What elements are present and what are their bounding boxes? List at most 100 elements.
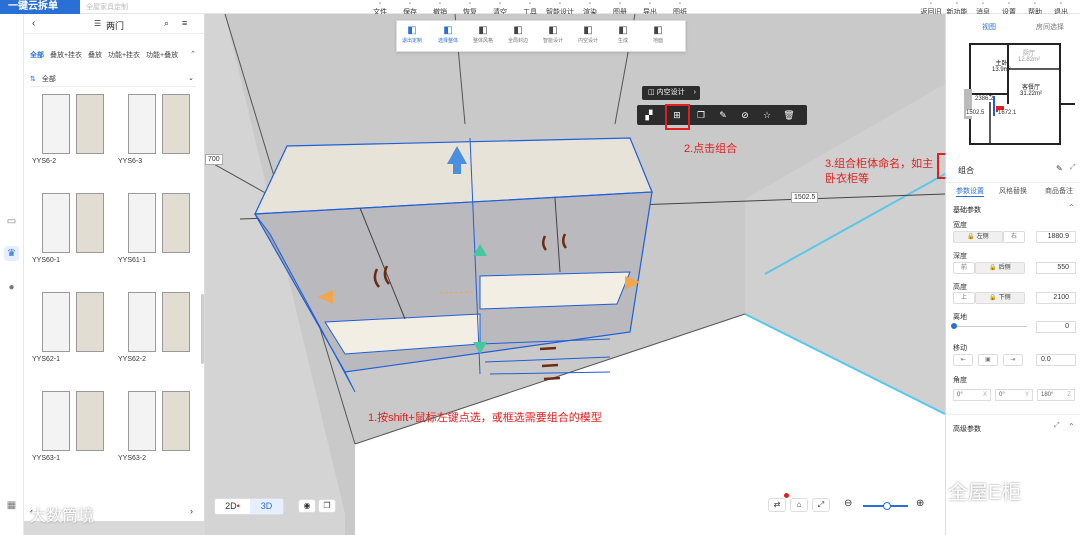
view-2d-button[interactable]: 2D• — [215, 499, 250, 514]
float-whole-style-button[interactable]: ◧ 整体风格 — [468, 25, 498, 44]
selection-toolbar: ▞ ⊞ ❐ ✎ ⊘ ☆ 🗑 — [637, 105, 807, 125]
blueprint-icon: ▫ — [678, 1, 682, 7]
crown-icon[interactable]: ♛ — [4, 246, 19, 261]
depth-back-button[interactable]: 🔒 后侧 — [975, 262, 1025, 274]
float-ground-button[interactable]: ◧ 地面 — [643, 25, 673, 44]
ground-input[interactable]: 0 — [1036, 321, 1076, 333]
section-advanced: 高级参数 — [953, 426, 981, 433]
library-item[interactable]: YYS63-2 — [118, 391, 198, 463]
move-input[interactable]: 0.0 — [1036, 354, 1076, 366]
tab-notes[interactable]: 商品备注 — [1045, 186, 1073, 196]
library-item[interactable]: YYS62-1 — [32, 292, 112, 364]
room-living-area: 31.22m² — [1020, 91, 1043, 97]
category-stack-hang[interactable]: 叠放+挂衣 — [50, 52, 82, 59]
angle-y-input[interactable]: 0° Y — [995, 389, 1033, 401]
library-item[interactable]: YYS6-2 — [32, 94, 112, 166]
model-library: ‹ ☰ 两门 ⌕ ≡ 全部 叠放+挂衣 叠放 功能+挂衣 功能+叠放 ⌃ ⇅ 全… — [24, 14, 205, 521]
eye-icon[interactable]: ◉ — [298, 499, 316, 513]
user-icon[interactable]: ● — [4, 280, 19, 295]
furniture-icon[interactable]: ▭ — [4, 214, 19, 229]
sort-select[interactable]: ⇅ 全部 ⌄ — [30, 74, 196, 87]
float-smart-design-button[interactable]: ◧ 智能设计 — [538, 25, 568, 44]
ground-slider[interactable] — [953, 326, 1027, 327]
chevron-up-icon[interactable]: ⌃ — [190, 50, 196, 58]
float-generate-button[interactable]: ◧ 生成 — [608, 25, 638, 44]
fit-view-icon[interactable]: ⤢ — [812, 498, 830, 512]
width-right-button[interactable]: 右 — [1003, 231, 1025, 243]
notification-dot — [784, 493, 789, 498]
back-icon[interactable]: ‹ — [32, 18, 35, 29]
move-left-icon[interactable]: ⇤ — [953, 354, 973, 366]
zoom-out-icon[interactable]: ⊖ — [844, 498, 852, 509]
width-left-button[interactable]: 🔒 左侧 — [953, 231, 1003, 243]
save-icon: ▫ — [408, 1, 412, 7]
height-top-button[interactable]: 上 — [953, 292, 975, 304]
edit-icon[interactable]: ✎ — [1056, 164, 1063, 173]
floorplan-minimap[interactable]: 主卧 13.9m² 厨厅 12.82m² 客餐厅 31.22m² 2386.2 … — [950, 34, 1078, 154]
ground-slider-handle[interactable] — [951, 323, 957, 329]
height-bottom-button[interactable]: 🔒 下侧 — [975, 292, 1025, 304]
expand-icon[interactable]: ⤢ — [1054, 422, 1060, 430]
brush-icon[interactable]: ✎ — [715, 108, 731, 122]
room-living-name: 客餐厅 — [1022, 85, 1041, 91]
library-item-name: YYS62-2 — [118, 356, 147, 363]
category-func-hang[interactable]: 功能+挂衣 — [108, 52, 140, 59]
copy-icon[interactable]: ❐ — [693, 108, 709, 122]
move-right-icon[interactable]: ⇥ — [1003, 354, 1023, 366]
move-center-icon[interactable]: ▣ — [978, 354, 998, 366]
category-all[interactable]: 全部 — [30, 52, 44, 59]
chevron-up-icon[interactable]: ⌃ — [1068, 203, 1075, 212]
float-exit-custom-button[interactable]: ◧ 退出定制 — [397, 25, 427, 44]
star-icon[interactable]: ☆ — [759, 108, 775, 122]
tab-view[interactable]: 视图 — [982, 22, 996, 32]
float-edge-seal-button[interactable]: ◧ 全局封边 — [503, 25, 533, 44]
undo-icon: ▫ — [438, 1, 442, 7]
camera-icon[interactable]: ⌂ — [790, 498, 808, 512]
library-item[interactable]: YYS62-2 — [118, 292, 198, 364]
category-func-stack[interactable]: 功能+叠放 — [146, 52, 178, 59]
room-kitchen: 厨厅 12.82m² — [1018, 48, 1040, 63]
redo-icon: ▫ — [468, 1, 472, 7]
zoom-in-icon[interactable]: ⊕ — [916, 498, 924, 509]
library-item[interactable]: YYS6-3 — [118, 94, 198, 166]
toggle-icon[interactable]: ⇄ — [768, 498, 786, 512]
3d-viewport[interactable]: 700 1502.5 — [205, 14, 945, 535]
hide-icon[interactable]: ⊘ — [737, 108, 753, 122]
dimension-left: 700 — [205, 154, 223, 165]
grid-select-icon[interactable]: ▞ — [641, 108, 657, 122]
expand-icon[interactable]: ⤢ — [1070, 164, 1076, 172]
width-input[interactable]: 1880.9 — [1036, 231, 1076, 243]
inner-design-button[interactable]: ◫ 内空设计 › — [642, 86, 700, 100]
float-select-whole-button[interactable]: ◧ 选择整体 — [433, 25, 463, 44]
layers-icon[interactable]: ❐ — [318, 499, 336, 513]
trash-icon[interactable]: 🗑 — [781, 108, 797, 122]
scrollbar[interactable] — [201, 294, 204, 364]
tab-params[interactable]: 参数设置 — [956, 186, 984, 197]
float-label: 地面 — [652, 38, 663, 44]
tab-style[interactable]: 风格替换 — [999, 186, 1027, 196]
float-inner-design-button[interactable]: ◧ 内空设计 — [573, 25, 603, 44]
library-item[interactable]: YYS60-1 — [32, 193, 112, 265]
library-item-name: YYS6-3 — [118, 158, 143, 165]
tab-room-select[interactable]: 房间选择 — [1036, 22, 1064, 32]
zoom-handle[interactable] — [883, 502, 891, 510]
view-3d-button[interactable]: 3D — [250, 499, 283, 514]
library-item-name: YYS61-1 — [118, 257, 147, 264]
search-icon[interactable]: ⌕ — [164, 18, 169, 29]
width-label: 宽度 — [953, 222, 967, 229]
height-input[interactable]: 2100 — [1036, 292, 1076, 304]
library-item[interactable]: YYS63-1 — [32, 391, 112, 463]
library-item[interactable]: YYS61-1 — [118, 193, 198, 265]
angle-x-input[interactable]: 0° X — [953, 389, 991, 401]
depth-input[interactable]: 550 — [1036, 262, 1076, 274]
cabinet-thumbnail — [32, 94, 112, 156]
watermark-right: 全屋E柜 — [948, 482, 1022, 504]
layout-icon[interactable]: ▦ — [4, 498, 19, 513]
filter-icon[interactable]: ≡ — [182, 18, 187, 28]
chevron-right-icon[interactable]: › — [190, 506, 193, 516]
chevron-up-icon[interactable]: ⌃ — [1068, 422, 1075, 431]
depth-front-button[interactable]: 前 — [953, 262, 975, 274]
angle-z-input[interactable]: 180° Z — [1037, 389, 1075, 401]
category-stack[interactable]: 叠放 — [88, 52, 102, 59]
group-name[interactable]: 组合 — [958, 165, 974, 176]
